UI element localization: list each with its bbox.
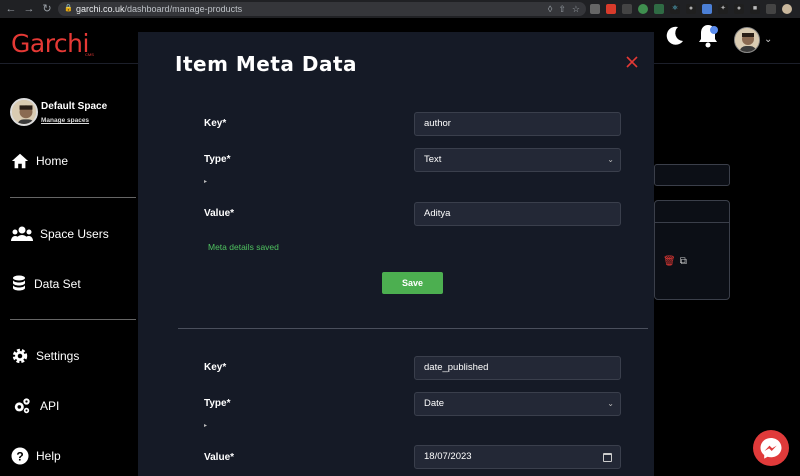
messenger-icon	[760, 438, 782, 459]
sidebar-divider	[10, 197, 136, 198]
forward-icon[interactable]: →	[22, 2, 36, 16]
extension-icon[interactable]: ●	[686, 4, 696, 14]
logo[interactable]: Garchi	[11, 29, 89, 58]
extensions-bar: ⚛ ● ✦ ● ■ ⋮	[590, 3, 800, 15]
extension-icon[interactable]	[766, 4, 776, 14]
sidebar-item-api[interactable]: API	[11, 397, 59, 415]
sidebar-item-space-users[interactable]: Space Users	[11, 225, 109, 243]
saved-message: Meta details saved	[208, 242, 279, 252]
chevron-down-icon: ⌄	[607, 399, 614, 408]
item-meta-data-modal: Item Meta Data Key* author Type* Text ⌄ ▸…	[138, 32, 654, 476]
sidebar: Default Space Manage spaces Home Space U…	[0, 65, 138, 476]
sidebar-item-label: API	[40, 399, 60, 413]
sidebar-item-label: Settings	[36, 349, 80, 363]
address-bar[interactable]: 🔒 garchi.co.uk/dashboard/manage-products…	[58, 2, 586, 16]
svg-text:?: ?	[16, 450, 23, 464]
logo-subtext: CMS	[85, 52, 94, 57]
value-value: Aditya	[424, 208, 451, 219]
gear-icon	[12, 348, 28, 364]
sidebar-item-label: Space Users	[40, 227, 109, 241]
save-button[interactable]: Save	[382, 272, 443, 294]
sidebar-divider	[10, 319, 136, 320]
close-icon[interactable]	[625, 55, 639, 69]
question-circle-icon: ?	[11, 447, 29, 465]
extension-icon[interactable]	[606, 4, 616, 14]
share-icon[interactable]: ⇧	[558, 4, 566, 15]
home-icon	[11, 153, 29, 169]
trash-icon[interactable]: 🗑	[663, 256, 676, 267]
calendar-icon[interactable]	[603, 453, 612, 462]
background-products-table: 🗑 ⧉	[654, 200, 730, 300]
modal-title: Item Meta Data	[175, 52, 358, 76]
caret-icon: ▸	[204, 423, 208, 429]
sidebar-item-data-set[interactable]: Data Set	[11, 275, 81, 293]
gears-icon	[14, 398, 30, 414]
space-avatar	[10, 98, 38, 126]
extension-icon[interactable]	[702, 4, 712, 14]
chevron-down-icon: ⌄	[607, 155, 614, 164]
url-text: garchi.co.uk/dashboard/manage-products	[76, 4, 243, 14]
key-value: date_published	[424, 362, 489, 373]
caret-icon: ▸	[204, 179, 208, 185]
user-avatar[interactable]	[734, 27, 760, 53]
date-input[interactable]: 18/07/2023	[414, 445, 621, 469]
type-label: Type*	[204, 154, 231, 165]
extension-icon[interactable]	[654, 4, 664, 14]
messenger-chat-button[interactable]	[753, 430, 789, 466]
notification-dot	[710, 26, 718, 34]
sidebar-item-settings[interactable]: Settings	[11, 347, 79, 365]
value-input[interactable]: Aditya	[414, 202, 621, 226]
extension-icon[interactable]	[638, 4, 648, 14]
space-name: Default Space	[41, 101, 108, 112]
extension-icon[interactable]: ●	[734, 4, 744, 14]
profile-avatar-icon[interactable]	[782, 4, 792, 14]
extension-icon[interactable]: ✦	[718, 4, 728, 14]
key-input[interactable]: author	[414, 112, 621, 136]
type-value: Date	[424, 398, 445, 409]
type-select[interactable]: Date ⌄	[414, 392, 621, 416]
bookmark-star-icon[interactable]: ☆	[572, 4, 580, 15]
type-select[interactable]: Text ⌄	[414, 148, 621, 172]
copy-icon[interactable]: ⧉	[680, 256, 687, 267]
value-label: Value*	[204, 208, 235, 219]
back-icon[interactable]: ←	[4, 2, 18, 16]
row-actions: 🗑 ⧉	[663, 256, 687, 267]
key-input[interactable]: date_published	[414, 356, 621, 380]
type-label: Type*	[204, 398, 231, 409]
browser-toolbar: ← → ↻ 🔒 garchi.co.uk/dashboard/manage-pr…	[0, 0, 800, 18]
reload-icon[interactable]: ↻	[40, 2, 54, 16]
sidebar-item-label: Home	[36, 154, 69, 168]
sidebar-item-label: Data Set	[34, 277, 81, 291]
extension-icon[interactable]	[590, 4, 600, 14]
react-devtools-icon[interactable]: ⚛	[670, 4, 680, 14]
date-value: 18/07/2023	[424, 451, 472, 462]
manage-spaces-link[interactable]: Manage spaces	[41, 117, 89, 124]
table-header	[655, 201, 729, 223]
value-label: Value*	[204, 452, 235, 463]
entry-divider	[178, 328, 648, 329]
users-icon	[11, 226, 33, 241]
translate-icon[interactable]: ◊	[548, 4, 552, 14]
sidebar-item-home[interactable]: Home	[11, 152, 68, 170]
sidebar-item-label: Help	[36, 449, 61, 463]
extension-icon[interactable]	[622, 4, 632, 14]
puzzle-icon[interactable]: ■	[750, 4, 760, 14]
key-value: author	[424, 118, 451, 129]
key-label: Key*	[204, 118, 227, 129]
background-search-input[interactable]	[654, 164, 730, 186]
type-value: Text	[424, 154, 442, 165]
database-icon	[13, 275, 25, 291]
moon-icon[interactable]	[662, 24, 686, 48]
key-label: Key*	[204, 362, 227, 373]
chevron-down-icon[interactable]: ⌄	[764, 34, 772, 45]
sidebar-item-help[interactable]: ? Help	[11, 447, 61, 465]
lock-icon: 🔒	[64, 5, 73, 12]
